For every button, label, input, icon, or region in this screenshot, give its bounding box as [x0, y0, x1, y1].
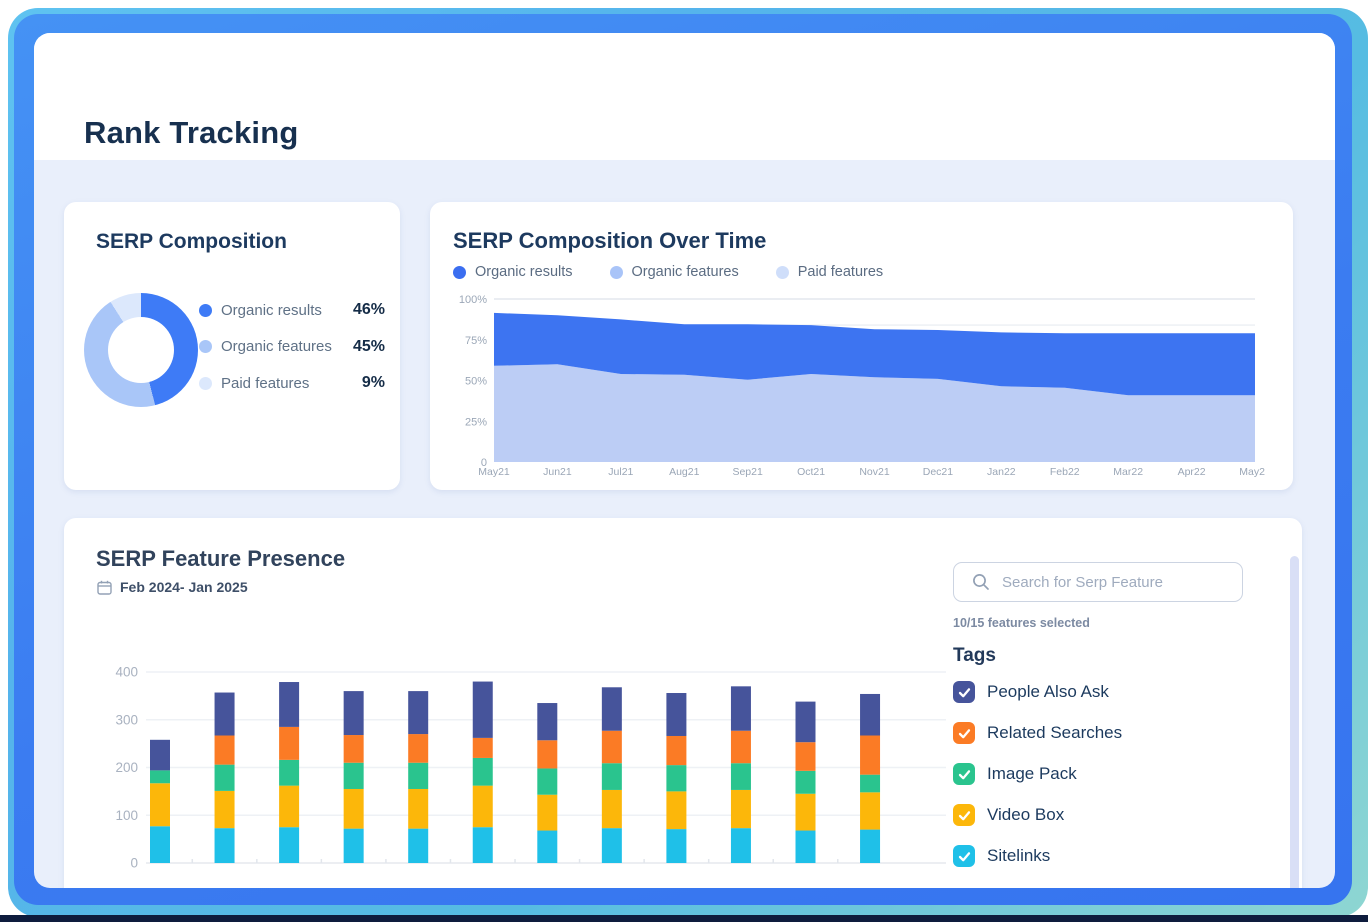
- legend-dot: [199, 340, 212, 353]
- dashboard-panel: Rank Tracking SERP Composition Organic r…: [34, 33, 1335, 888]
- tag-label: Sitelinks: [987, 846, 1050, 866]
- serp-over-time-card: SERP Composition Over Time Organic resul…: [430, 202, 1293, 490]
- features-selected-count: 10/15 features selected: [953, 616, 1243, 630]
- serp-composition-legend: Organic results46% Organic features45% Pai…: [199, 298, 385, 408]
- serp-composition-card: SERP Composition Organic results46%Organ…: [64, 202, 400, 490]
- legend-value: 9%: [362, 374, 385, 392]
- checkbox-checked[interactable]: [953, 681, 975, 703]
- legend-item[interactable]: Organic results: [453, 264, 573, 280]
- tag-checkbox-row[interactable]: Related Searches: [953, 722, 1243, 744]
- checkbox-checked[interactable]: [953, 763, 975, 785]
- svg-text:25%: 25%: [465, 416, 487, 428]
- svg-text:Nov21: Nov21: [859, 466, 890, 478]
- legend-item: Paid features9%: [199, 371, 385, 395]
- serp-over-time-area-chart: 100%75%50%25%0May21Jun21Jul21Aug21Sep21O…: [450, 294, 1265, 482]
- legend-dot: [610, 266, 623, 279]
- check-icon: [957, 767, 972, 782]
- serp-feature-search[interactable]: [953, 562, 1243, 602]
- tags-heading: Tags: [953, 645, 1243, 667]
- checkbox-checked[interactable]: [953, 845, 975, 867]
- svg-text:75%: 75%: [465, 335, 487, 347]
- search-input[interactable]: [1000, 563, 1234, 601]
- svg-text:400: 400: [115, 665, 138, 680]
- svg-text:300: 300: [115, 712, 138, 727]
- svg-text:200: 200: [115, 760, 138, 775]
- feature-presence-bar-chart: 0 100 200 300 400: [86, 664, 966, 876]
- legend-dot: [199, 377, 212, 390]
- legend-dot: [453, 266, 466, 279]
- calendar-icon: [97, 580, 112, 595]
- tag-label: Video Box: [987, 805, 1064, 825]
- legend-item: Organic features45%: [199, 335, 385, 359]
- tag-checkbox-row[interactable]: Sitelinks: [953, 845, 1243, 867]
- tag-checkbox-row[interactable]: People Also Ask: [953, 681, 1243, 703]
- legend-label: Paid features: [798, 264, 883, 280]
- serp-composition-title: SERP Composition: [96, 230, 287, 254]
- tag-checkbox-row[interactable]: Image Pack: [953, 763, 1243, 785]
- tag-checkbox-row[interactable]: Video Box: [953, 804, 1243, 826]
- legend-value: 45%: [353, 338, 385, 356]
- tag-label: Image Pack: [987, 764, 1077, 784]
- bottom-edge-bar: [0, 915, 1368, 922]
- check-icon: [957, 849, 972, 864]
- svg-text:May21: May21: [478, 466, 510, 478]
- serp-over-time-title: SERP Composition Over Time: [453, 228, 766, 254]
- legend-label: Organic results: [475, 264, 573, 280]
- legend-item[interactable]: Organic features: [610, 264, 739, 280]
- svg-text:Oct21: Oct21: [797, 466, 825, 478]
- search-icon: [972, 573, 990, 591]
- tags-scrollbar[interactable]: [1290, 556, 1299, 888]
- svg-text:Dec21: Dec21: [923, 466, 954, 478]
- feature-presence-card: SERP Feature Presence Feb 2024- Jan 2025…: [64, 518, 1302, 888]
- tag-label: People Also Ask: [987, 682, 1109, 702]
- svg-text:50%: 50%: [465, 376, 487, 388]
- check-icon: [957, 685, 972, 700]
- date-range-text: Feb 2024- Jan 2025: [120, 579, 248, 595]
- legend-dot: [199, 304, 212, 317]
- legend-label: Organic features: [632, 264, 739, 280]
- svg-text:Mar22: Mar22: [1113, 466, 1143, 478]
- legend-dot: [776, 266, 789, 279]
- svg-text:Jul21: Jul21: [608, 466, 633, 478]
- feature-filter-panel: 10/15 features selected Tags People Also…: [953, 562, 1243, 886]
- svg-text:Jun21: Jun21: [543, 466, 572, 478]
- check-icon: [957, 808, 972, 823]
- svg-text:May22: May22: [1239, 466, 1265, 478]
- check-icon: [957, 726, 972, 741]
- serp-composition-donut-chart: [84, 293, 198, 407]
- page-header: Rank Tracking: [34, 33, 1335, 160]
- svg-text:Feb22: Feb22: [1050, 466, 1080, 478]
- svg-text:100: 100: [115, 808, 138, 823]
- legend-value: 46%: [353, 301, 385, 319]
- svg-text:100%: 100%: [459, 294, 487, 306]
- svg-text:0: 0: [130, 856, 138, 871]
- checkbox-checked[interactable]: [953, 804, 975, 826]
- legend-label: Organic features: [221, 338, 353, 355]
- svg-text:Aug21: Aug21: [669, 466, 700, 478]
- feature-presence-title: SERP Feature Presence: [96, 546, 345, 572]
- legend-label: Paid features: [221, 375, 362, 392]
- tag-label: Related Searches: [987, 723, 1122, 743]
- legend-item[interactable]: Paid features: [776, 264, 883, 280]
- svg-text:Sep21: Sep21: [732, 466, 763, 478]
- legend-label: Organic results: [221, 302, 353, 319]
- checkbox-checked[interactable]: [953, 722, 975, 744]
- donut-hole: [108, 317, 174, 383]
- page-title: Rank Tracking: [84, 115, 299, 151]
- date-range-row[interactable]: Feb 2024- Jan 2025: [97, 579, 248, 595]
- svg-text:Apr22: Apr22: [1178, 466, 1206, 478]
- tags-list: People Also Ask Related Searches Image Pac…: [953, 681, 1243, 867]
- svg-text:Jan22: Jan22: [987, 466, 1016, 478]
- legend-item: Organic results46%: [199, 298, 385, 322]
- serp-over-time-legend: Organic results Organic features Paid feat…: [453, 264, 883, 280]
